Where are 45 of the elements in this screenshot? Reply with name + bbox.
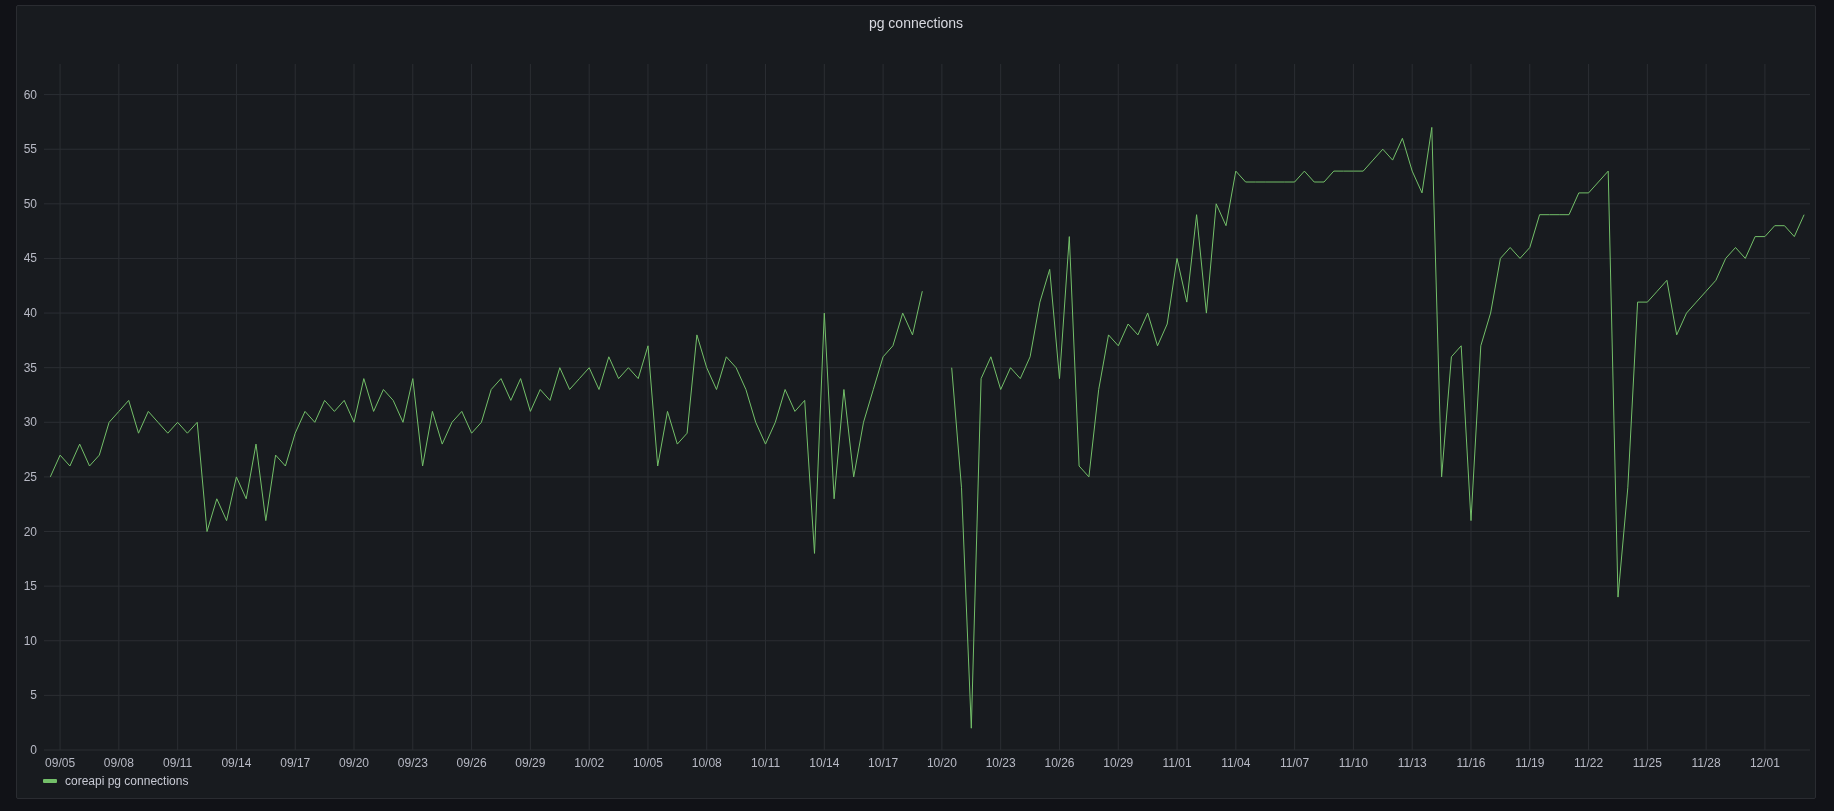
x-axis-label: 10/17 — [868, 756, 899, 770]
x-axis-label: 10/05 — [632, 756, 663, 770]
x-axis-label: 09/08 — [103, 756, 134, 770]
x-axis-label: 09/23 — [397, 756, 428, 770]
x-axis-label: 11/28 — [1691, 756, 1721, 770]
y-axis-label: 5 — [30, 688, 37, 703]
x-axis-label: 11/19 — [1515, 756, 1545, 770]
y-axis-label: 20 — [23, 524, 37, 539]
x-axis-label: 11/25 — [1632, 756, 1662, 770]
x-axis-label: 10/02 — [574, 756, 605, 770]
x-axis-label: 10/08 — [691, 756, 722, 770]
x-axis-label: 10/20 — [926, 756, 957, 770]
x-axis-label: 09/17 — [280, 756, 311, 770]
x-axis-label: 11/16 — [1456, 756, 1486, 770]
y-axis-label: 35 — [23, 360, 37, 375]
x-axis-label: 12/01 — [1749, 756, 1780, 770]
y-axis-label: 50 — [23, 196, 37, 211]
x-axis-label: 11/22 — [1574, 756, 1604, 770]
x-axis-label: 09/26 — [456, 756, 487, 770]
x-axis-label: 10/11 — [750, 756, 781, 770]
y-axis-label: 55 — [23, 142, 37, 157]
x-axis-label: 11/07 — [1280, 756, 1310, 770]
y-axis-label: 25 — [23, 469, 37, 484]
x-axis-label: 10/23 — [985, 756, 1016, 770]
x-axis-label: 09/05 — [45, 756, 76, 770]
x-axis-label: 10/29 — [1103, 756, 1134, 770]
x-axis-label: 10/26 — [1044, 756, 1075, 770]
x-axis-label: 11/01 — [1162, 756, 1192, 770]
x-axis-label: 09/20 — [339, 756, 370, 770]
x-axis-label: 11/04 — [1221, 756, 1251, 770]
y-axis-label: 40 — [23, 306, 37, 321]
y-axis-label: 45 — [23, 251, 37, 266]
legend-label[interactable]: coreapi pg connections — [65, 774, 189, 788]
y-axis-label: 30 — [23, 415, 37, 430]
x-axis-label: 11/10 — [1338, 756, 1368, 770]
x-axis-label: 09/29 — [515, 756, 546, 770]
y-axis-label: 15 — [23, 579, 37, 594]
x-axis-label: 09/14 — [221, 756, 252, 770]
y-axis-label: 0 — [30, 743, 37, 757]
y-axis-label: 60 — [23, 87, 37, 102]
panel-title: pg connections — [868, 14, 964, 32]
x-axis-label: 11/13 — [1397, 756, 1427, 770]
x-axis-label: 09/11 — [163, 756, 193, 770]
x-axis-label: 10/14 — [809, 756, 840, 770]
y-axis-label: 10 — [23, 633, 37, 648]
